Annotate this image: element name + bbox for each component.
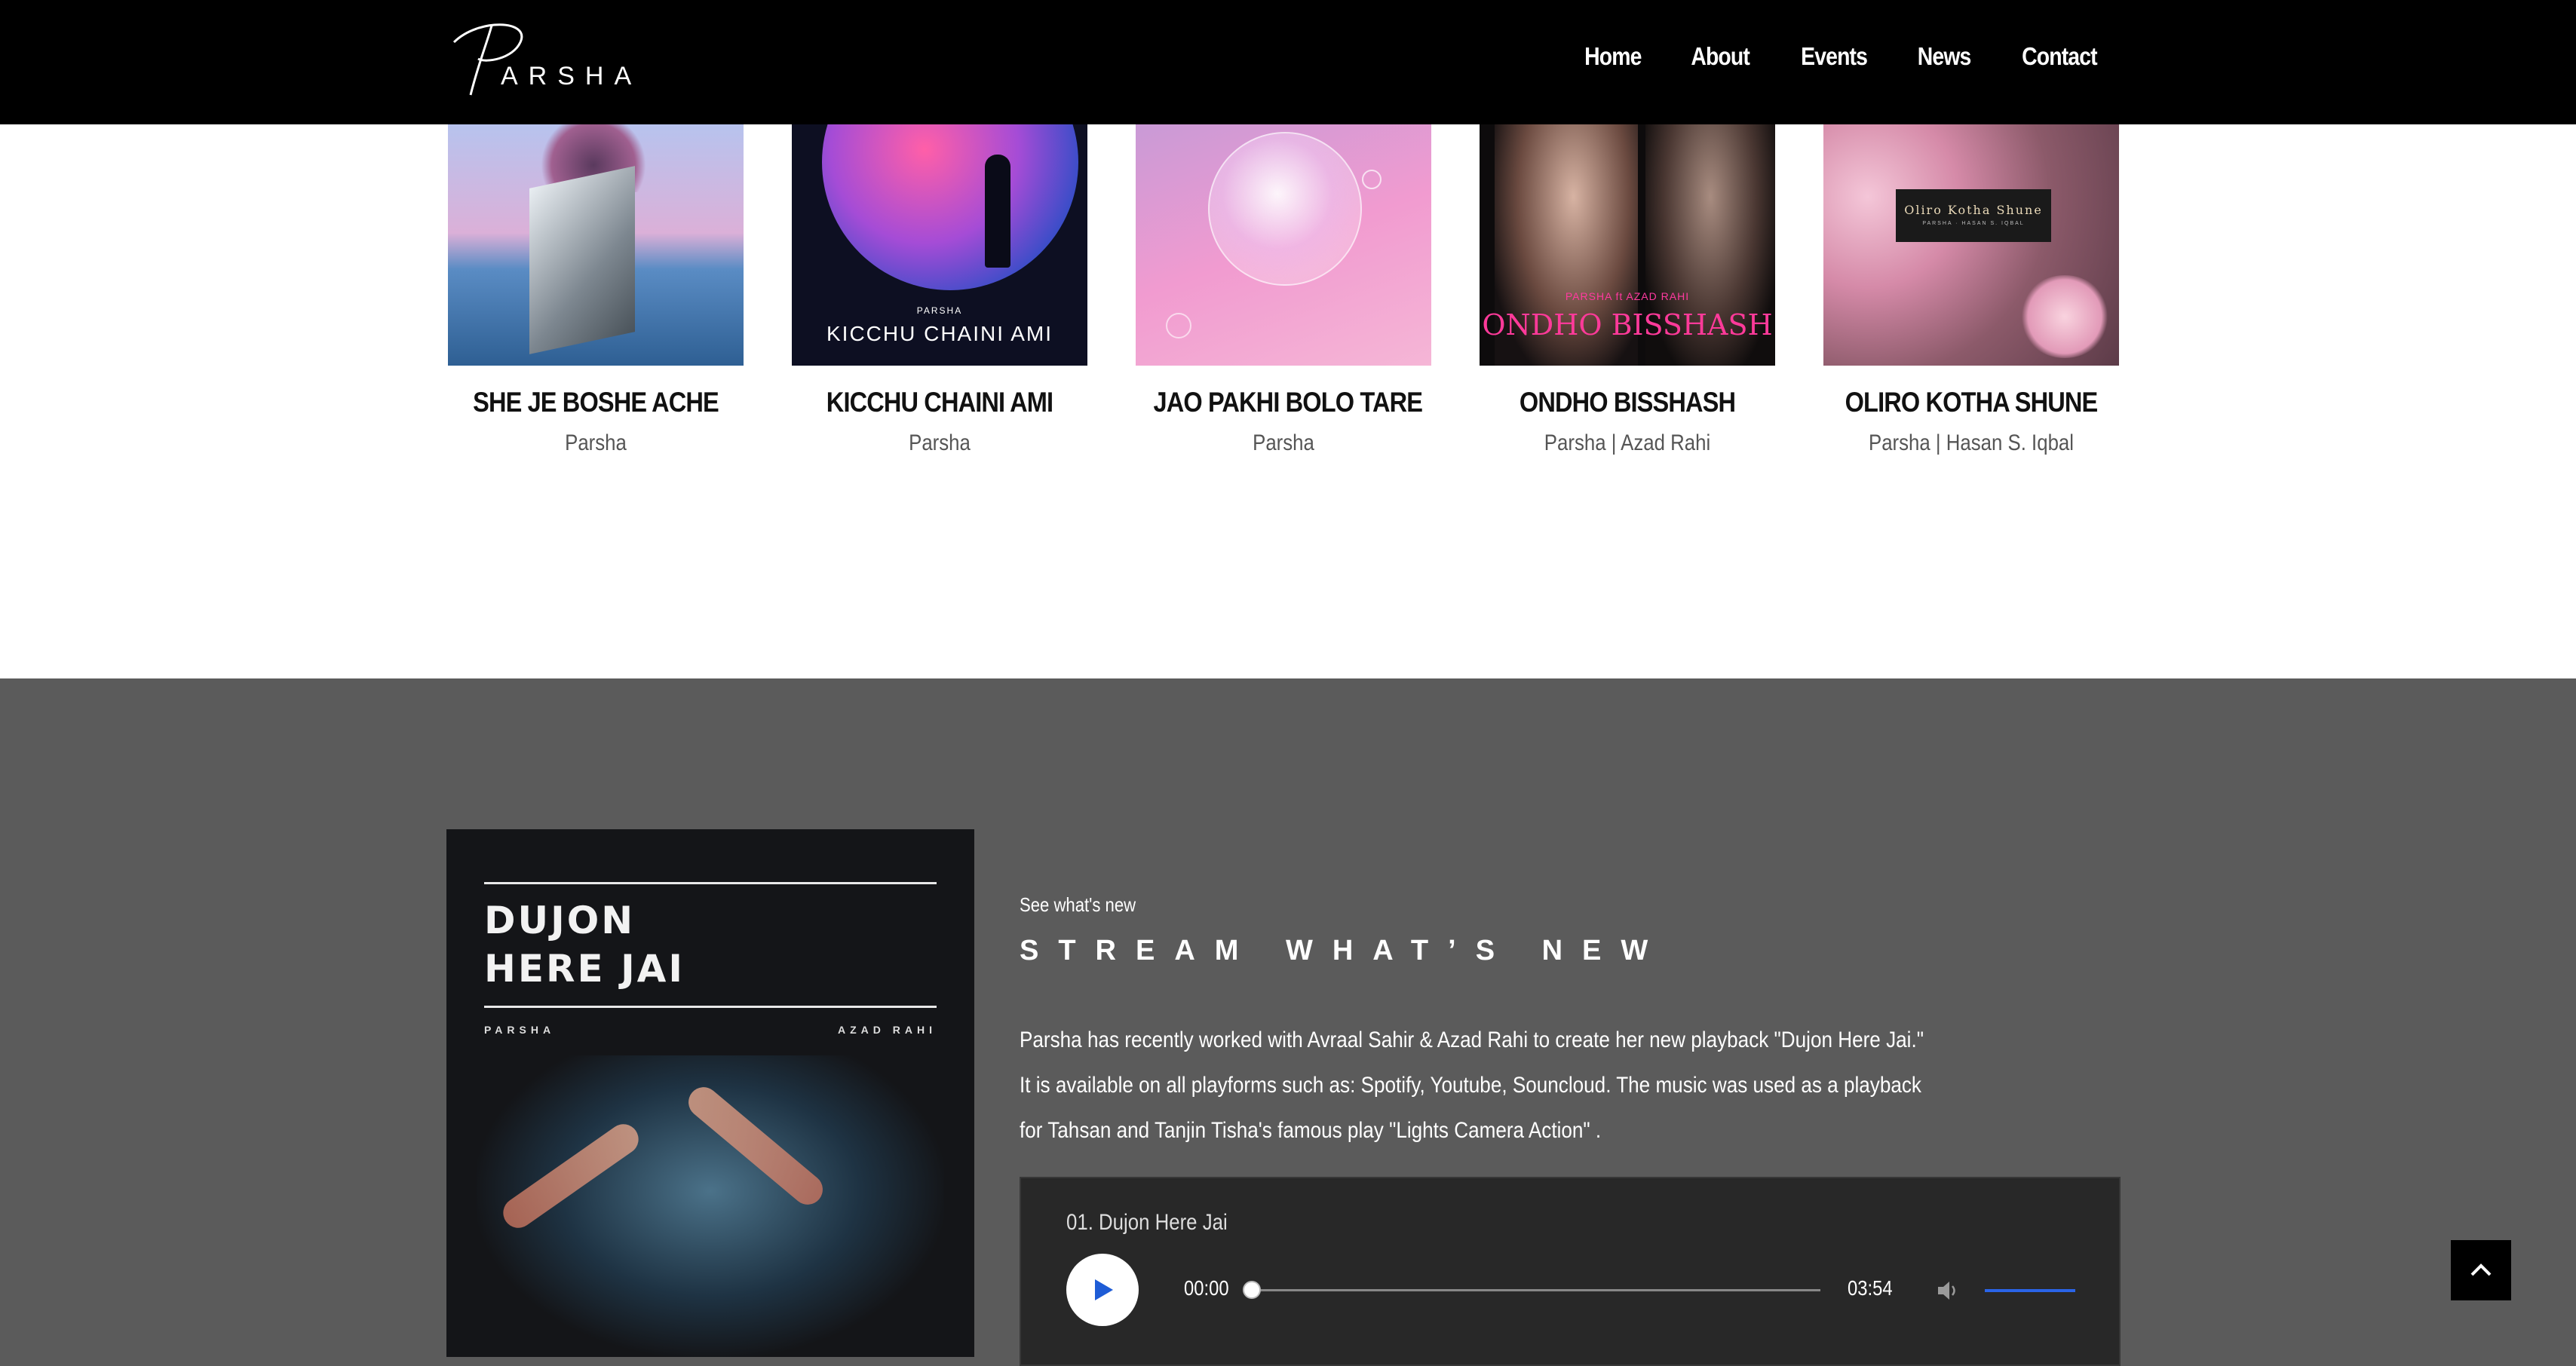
- cover-artist-left: PARSHA: [484, 1024, 556, 1036]
- volume-icon[interactable]: [1935, 1278, 1961, 1303]
- album-card[interactable]: PARSHA ft AZAD RAHI ONDHO BISSHASH ONDHO…: [1480, 124, 1775, 456]
- cover-text-small: PARSHA: [916, 305, 963, 316]
- chevron-up-icon: [2470, 1263, 2492, 1276]
- cover-text: Oliro Kotha Shune: [1904, 203, 2043, 217]
- cover-title-line2: HERE JAI: [484, 947, 685, 991]
- feature-cover: DUJON HERE JAI PARSHA AZAD RAHI: [446, 829, 974, 1357]
- album-artist: Parsha: [1253, 430, 1314, 455]
- album-artist: Parsha: [565, 430, 627, 455]
- album-title[interactable]: KICCHU CHAINI AMI: [810, 387, 1070, 418]
- album-list: SHE JE BOSHE ACHE Parsha PARSHA KICCHU C…: [448, 124, 2121, 464]
- section-description: Parsha has recently worked with Avraal S…: [1020, 1028, 1924, 1143]
- progress-bar[interactable]: [1244, 1282, 1820, 1297]
- progress-handle[interactable]: [1244, 1282, 1259, 1297]
- album-cover[interactable]: PARSHA ft AZAD RAHI ONDHO BISSHASH: [1480, 124, 1775, 366]
- cover-text-small: PARSHA · HASAN S. IQBAL: [1922, 221, 2025, 226]
- album-title[interactable]: OLIRO KOTHA SHUNE: [1842, 387, 2102, 418]
- nav-contact[interactable]: Contact: [2022, 42, 2097, 71]
- album-cover[interactable]: [448, 124, 744, 366]
- cover-text-small: PARSHA ft AZAD RAHI: [1565, 290, 1690, 302]
- stream-section: DUJON HERE JAI PARSHA AZAD RAHI See what…: [0, 678, 2576, 1366]
- cover-title-line1: DUJON: [484, 899, 636, 942]
- nav-news[interactable]: News: [1918, 42, 1972, 71]
- album-card[interactable]: SHE JE BOSHE ACHE Parsha: [448, 124, 744, 456]
- section-heading: STREAM WHAT’S NEW: [1020, 935, 1668, 966]
- svg-text:ARSHA: ARSHA: [501, 62, 642, 90]
- album-title[interactable]: ONDHO BISSHASH: [1498, 387, 1758, 418]
- nav-events[interactable]: Events: [1801, 42, 1868, 71]
- play-button[interactable]: [1066, 1254, 1139, 1326]
- album-title[interactable]: SHE JE BOSHE ACHE: [466, 387, 726, 418]
- duration: 03:54: [1848, 1276, 1893, 1300]
- cover-rule: [484, 1006, 937, 1008]
- cover-artist-right: AZAD RAHI: [838, 1024, 937, 1036]
- cover-rule: [484, 882, 937, 884]
- nav-about[interactable]: About: [1691, 42, 1751, 71]
- parsha-logo[interactable]: ARSHA: [448, 20, 644, 101]
- play-icon: [1095, 1279, 1113, 1300]
- album-card[interactable]: JAO PAKHI BOLO TARE Parsha: [1136, 124, 1431, 456]
- main-nav: Home About Events News Contact: [1580, 42, 2103, 71]
- album-artist: Parsha | Hasan S. Iqbal: [1868, 430, 2075, 455]
- audio-player: 01. Dujon Here Jai 00:00 03:54: [1020, 1177, 2121, 1366]
- site-header: ARSHA Home About Events News Contact: [0, 0, 2576, 124]
- volume-slider[interactable]: [1985, 1289, 2075, 1292]
- back-to-top-button[interactable]: [2451, 1240, 2511, 1300]
- section-eyebrow: See what's new: [1020, 893, 1136, 916]
- album-card[interactable]: PARSHA KICCHU CHAINI AMI KICCHU CHAINI A…: [792, 124, 1087, 456]
- album-cover[interactable]: Oliro Kotha Shune PARSHA · HASAN S. IQBA…: [1823, 124, 2119, 366]
- album-card[interactable]: Oliro Kotha Shune PARSHA · HASAN S. IQBA…: [1823, 124, 2119, 456]
- album-cover[interactable]: [1136, 124, 1431, 366]
- album-cover[interactable]: PARSHA KICCHU CHAINI AMI: [792, 124, 1087, 366]
- current-time: 00:00: [1184, 1276, 1229, 1300]
- cover-text: ONDHO BISSHASH: [1482, 308, 1773, 342]
- track-title: 01. Dujon Here Jai: [1066, 1210, 1228, 1235]
- cover-text: KICCHU CHAINI AMI: [826, 322, 1053, 345]
- album-artist: Parsha | Azad Rahi: [1544, 430, 1711, 455]
- nav-home[interactable]: Home: [1584, 42, 1642, 71]
- album-artist: Parsha: [909, 430, 971, 455]
- album-title[interactable]: JAO PAKHI BOLO TARE: [1154, 387, 1423, 418]
